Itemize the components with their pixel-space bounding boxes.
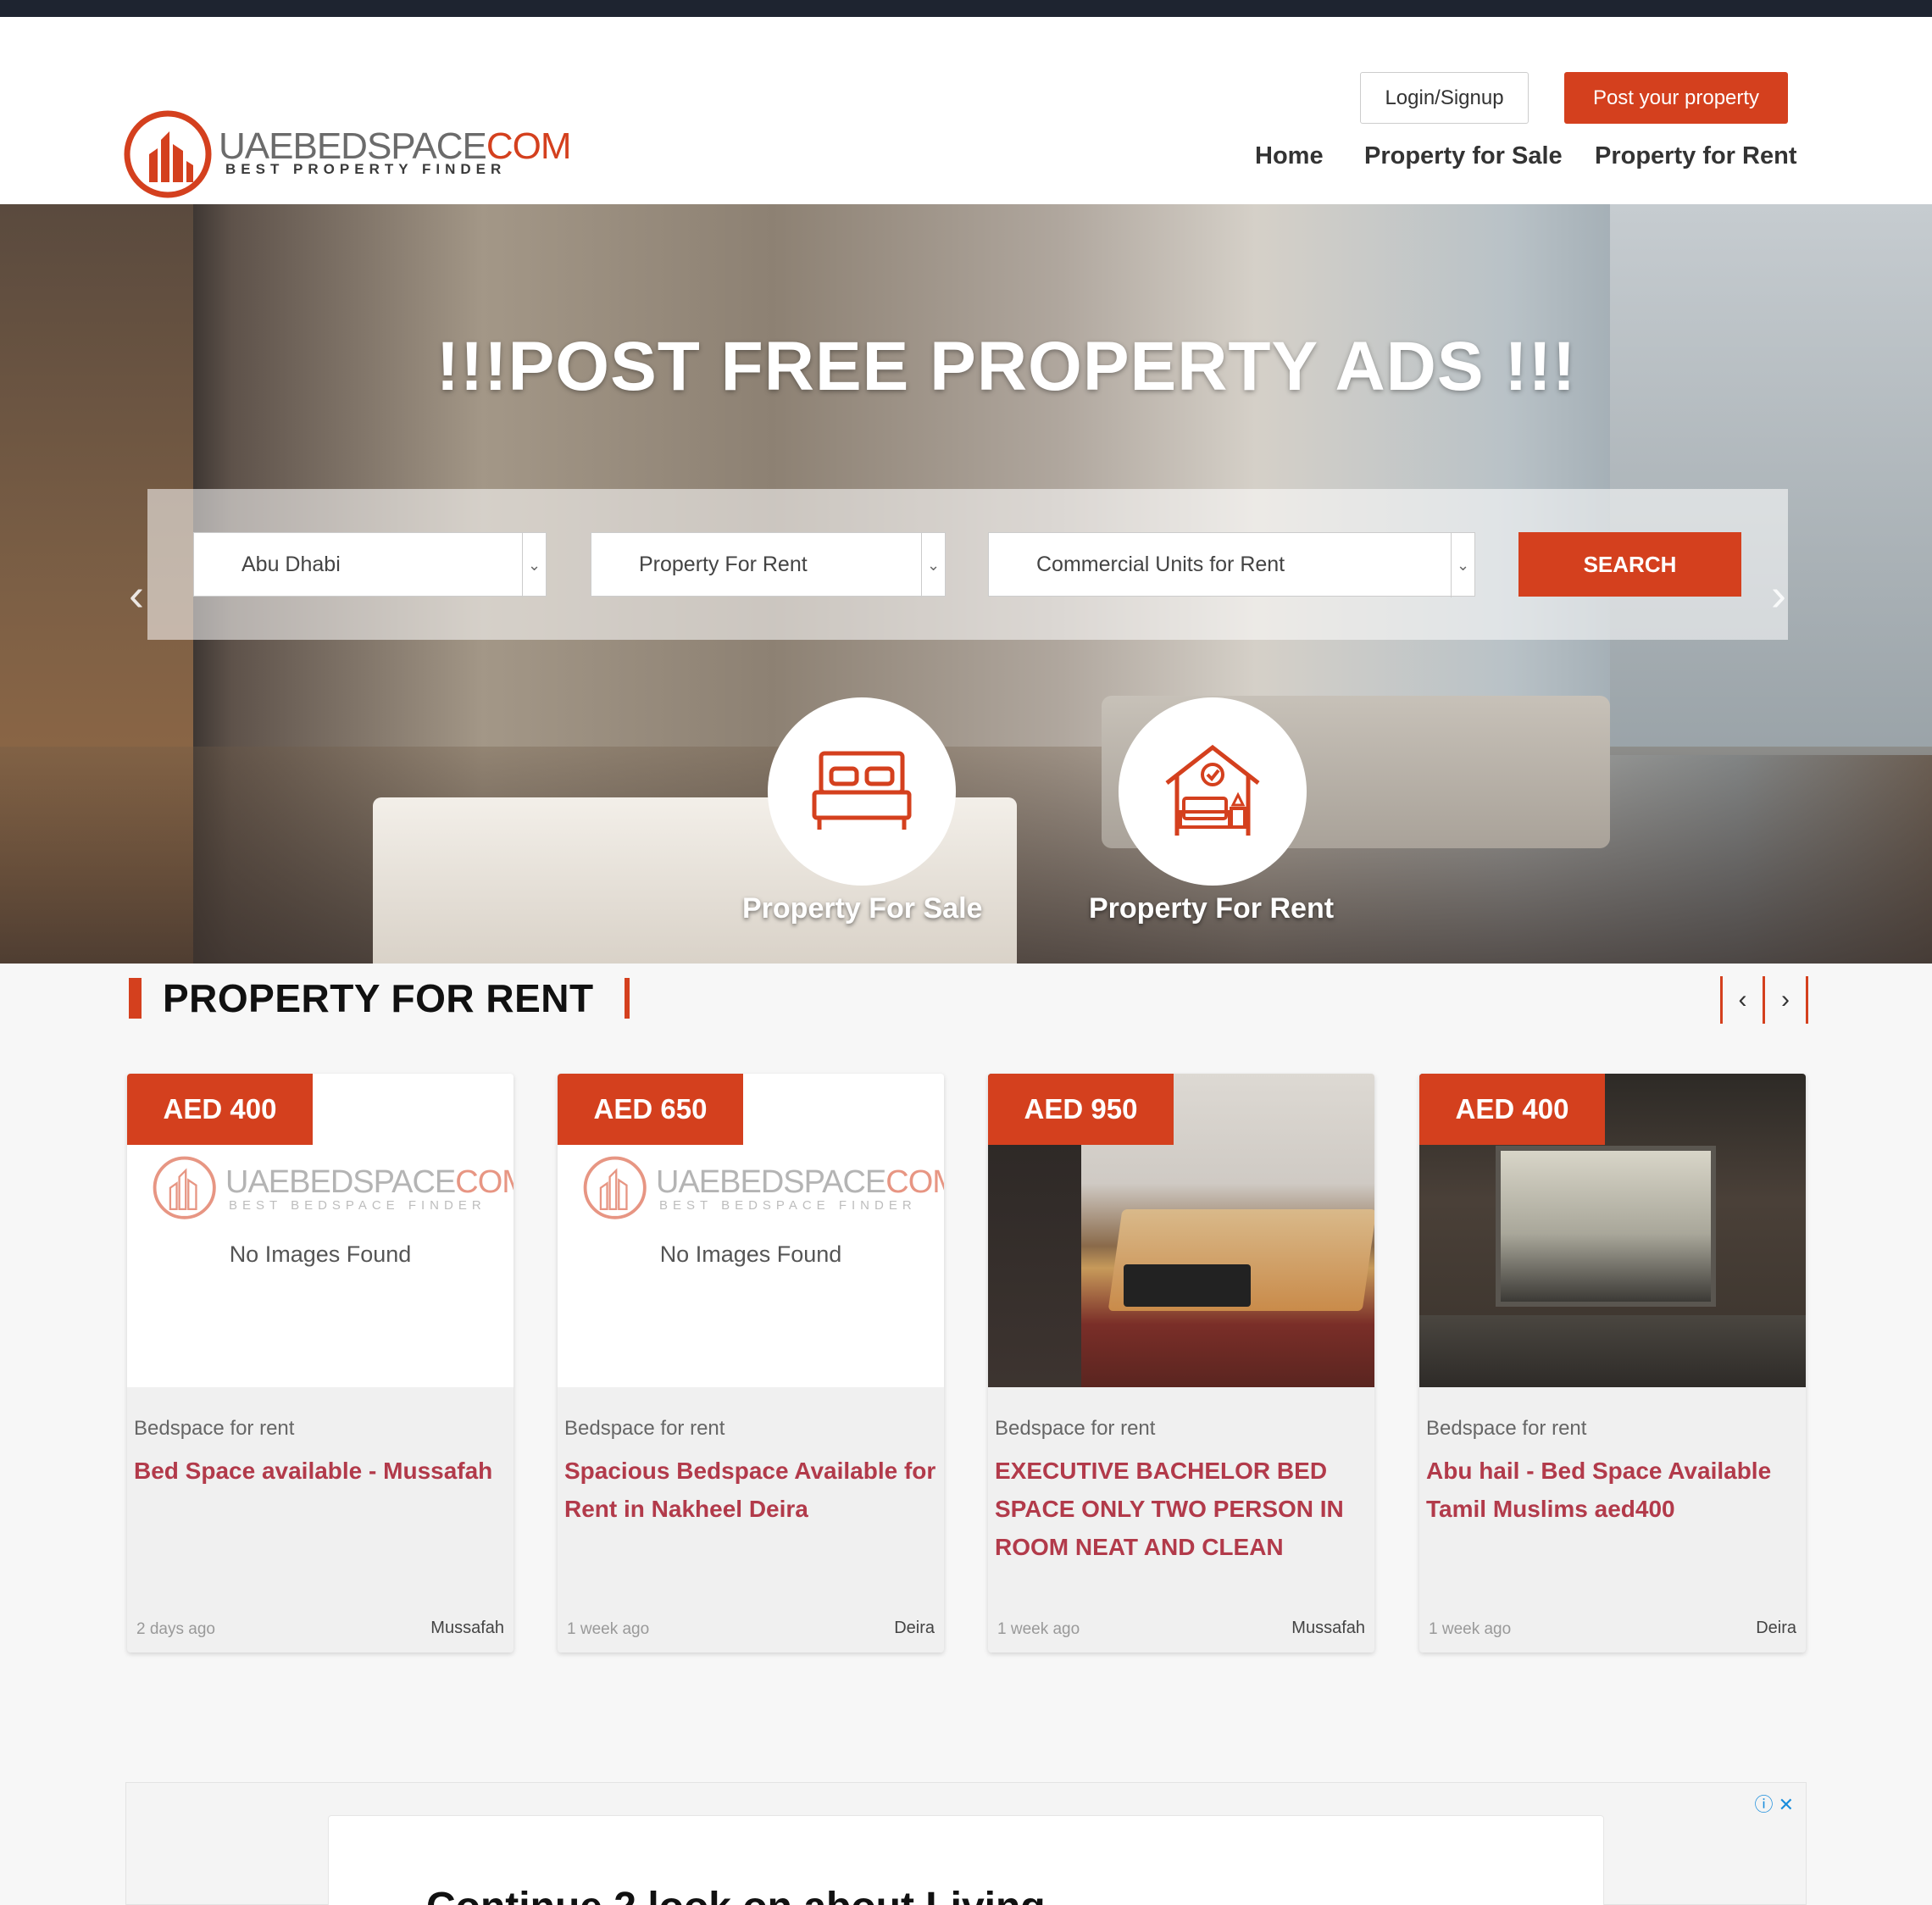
listing-time: 1 week ago bbox=[997, 1620, 1080, 1638]
chevron-down-icon: ⌄ bbox=[1451, 533, 1474, 597]
listing-category: Bedspace for rent bbox=[995, 1417, 1156, 1440]
purpose-select-value: Property For Rent bbox=[639, 552, 808, 576]
hero-title: !!!POST FREE PROPERTY ADS !!! bbox=[436, 328, 1577, 405]
price-badge: AED 950 bbox=[988, 1074, 1174, 1145]
property-for-rent-shortcut[interactable] bbox=[1119, 697, 1307, 886]
placeholder-logo-wordmark: UAEBEDSPACECOM bbox=[656, 1164, 944, 1200]
property-for-rent-label[interactable]: Property For Rent bbox=[1089, 892, 1334, 925]
listing-location: Deira bbox=[1756, 1619, 1796, 1637]
ad-choices-close-icon[interactable]: ⓘ ✕ bbox=[1754, 1790, 1794, 1817]
listing-location: Mussafah bbox=[430, 1619, 504, 1637]
listing-card[interactable]: UAEBEDSPACECOM BEST BEDSPACE FINDER No I… bbox=[558, 1074, 944, 1652]
listing-title[interactable]: EXECUTIVE BACHELOR BED SPACE ONLY TWO PE… bbox=[995, 1452, 1368, 1566]
hero-background-window bbox=[1610, 204, 1932, 755]
section-accent-bar bbox=[129, 977, 142, 1019]
placeholder-logo: UAEBEDSPACECOM BEST BEDSPACE FINDER bbox=[581, 1154, 944, 1230]
login-signup-button[interactable]: Login/Signup bbox=[1360, 72, 1529, 124]
placeholder-logo-tagline: BEST BEDSPACE FINDER bbox=[659, 1198, 917, 1213]
listing-category: Bedspace for rent bbox=[564, 1417, 725, 1440]
site-logo[interactable]: UAEBEDSPACECOM BEST PROPERTY FINDER bbox=[124, 93, 571, 198]
listing-card[interactable]: AED 950 Bedspace for rent EXECUTIVE BACH… bbox=[988, 1074, 1374, 1652]
placeholder-logo-wordmark: UAEBEDSPACECOM bbox=[225, 1164, 514, 1200]
nav-home[interactable]: Home bbox=[1255, 142, 1324, 170]
section-header: PROPERTY FOR RENT bbox=[129, 975, 630, 1021]
section-accent-bar bbox=[624, 977, 630, 1019]
listing-card[interactable]: UAEBEDSPACECOM BEST BEDSPACE FINDER No I… bbox=[127, 1074, 514, 1652]
nav-property-for-sale[interactable]: Property for Sale bbox=[1364, 142, 1563, 170]
hero-banner: !!!POST FREE PROPERTY ADS !!! Abu Dhabi … bbox=[0, 204, 1932, 964]
advertisement-banner[interactable]: ⓘ ✕ Continue 2 look on about Living bbox=[125, 1782, 1807, 1905]
search-button[interactable]: SEARCH bbox=[1518, 532, 1741, 597]
listing-title[interactable]: Abu hail - Bed Space Available Tamil Mus… bbox=[1426, 1452, 1799, 1528]
price-badge: AED 650 bbox=[558, 1074, 743, 1145]
placeholder-logo: UAEBEDSPACECOM BEST BEDSPACE FINDER bbox=[151, 1154, 514, 1230]
photo-shop-opening bbox=[1496, 1146, 1716, 1307]
listing-location: Mussafah bbox=[1291, 1619, 1365, 1637]
post-property-button[interactable]: Post your property bbox=[1564, 72, 1788, 124]
price-badge: AED 400 bbox=[127, 1074, 313, 1145]
listings-next-button[interactable]: › bbox=[1763, 976, 1808, 1024]
property-for-sale-label[interactable]: Property For Sale bbox=[742, 892, 982, 925]
building-logo-icon bbox=[583, 1156, 647, 1219]
listing-time: 1 week ago bbox=[567, 1620, 650, 1638]
chevron-down-icon: ⌄ bbox=[921, 533, 945, 597]
section-title: PROPERTY FOR RENT bbox=[163, 975, 594, 1020]
property-type-select[interactable]: Commercial Units for Rent ⌄ bbox=[988, 532, 1475, 597]
listing-time: 1 week ago bbox=[1429, 1620, 1512, 1638]
listing-category: Bedspace for rent bbox=[134, 1417, 295, 1440]
no-images-text: No Images Found bbox=[229, 1241, 412, 1267]
listing-location: Deira bbox=[894, 1619, 935, 1637]
listing-time: 2 days ago bbox=[136, 1620, 215, 1638]
listing-title[interactable]: Spacious Bedspace Available for Rent in … bbox=[564, 1452, 937, 1528]
building-logo-icon bbox=[124, 110, 212, 198]
logo-tagline: BEST PROPERTY FINDER bbox=[225, 161, 507, 177]
carousel-next-icon[interactable]: › bbox=[1771, 569, 1786, 621]
listing-title[interactable]: Bed Space available - Mussafah bbox=[134, 1452, 507, 1490]
house-bed-icon bbox=[1165, 744, 1260, 836]
building-logo-icon bbox=[153, 1156, 216, 1219]
no-images-text: No Images Found bbox=[659, 1241, 842, 1267]
listings-prev-button[interactable]: ‹ bbox=[1720, 976, 1763, 1024]
chevron-down-icon: ⌄ bbox=[522, 533, 546, 597]
advertisement-content[interactable]: Continue 2 look on about Living bbox=[328, 1815, 1604, 1905]
site-header: UAEBEDSPACECOM BEST PROPERTY FINDER Logi… bbox=[0, 17, 1932, 204]
bed-icon bbox=[812, 751, 912, 830]
listing-category: Bedspace for rent bbox=[1426, 1417, 1587, 1440]
location-select-value: Abu Dhabi bbox=[242, 552, 341, 576]
top-bar bbox=[0, 0, 1932, 17]
property-type-select-value: Commercial Units for Rent bbox=[1036, 552, 1285, 576]
photo-pavement bbox=[1419, 1315, 1806, 1387]
property-for-sale-shortcut[interactable] bbox=[768, 697, 956, 886]
photo-laptop bbox=[1124, 1264, 1251, 1307]
advertisement-text: Continue 2 look on about Living bbox=[426, 1884, 1046, 1905]
price-badge: AED 400 bbox=[1419, 1074, 1605, 1145]
carousel-prev-icon[interactable]: ‹ bbox=[129, 569, 144, 621]
location-select[interactable]: Abu Dhabi ⌄ bbox=[193, 532, 547, 597]
purpose-select[interactable]: Property For Rent ⌄ bbox=[591, 532, 946, 597]
placeholder-logo-tagline: BEST BEDSPACE FINDER bbox=[229, 1198, 486, 1213]
listing-card[interactable]: AED 400 Bedspace for rent Abu hail - Bed… bbox=[1419, 1074, 1806, 1652]
nav-property-for-rent[interactable]: Property for Rent bbox=[1595, 142, 1796, 170]
